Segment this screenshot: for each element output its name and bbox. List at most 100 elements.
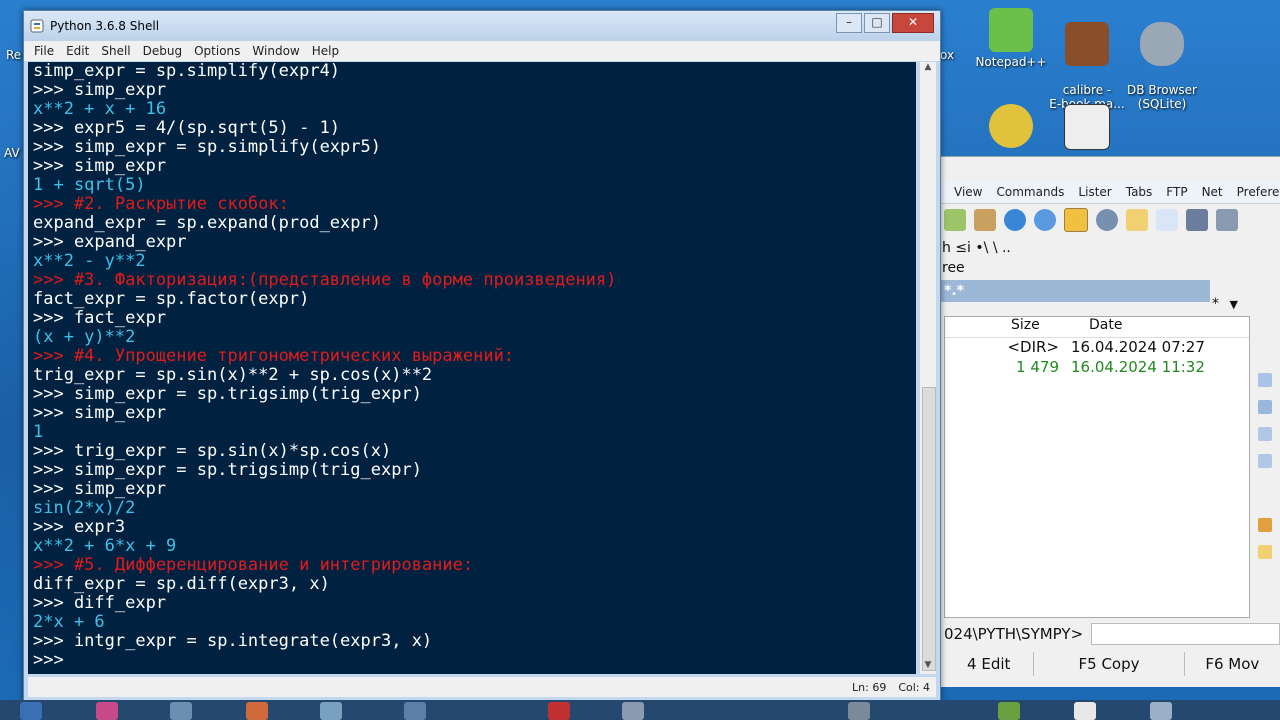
f5-copy-button[interactable]: F5 Copy	[1034, 652, 1185, 676]
minimize-icon[interactable]: –	[836, 13, 862, 33]
menu-file[interactable]: File	[28, 44, 60, 58]
f6-move-button[interactable]: F6 Mov	[1185, 652, 1280, 676]
table-row[interactable]: <DIR> 16.04.2024 07:27	[945, 338, 1249, 358]
menu-debug[interactable]: Debug	[137, 44, 188, 58]
desktop-icon-smiley[interactable]	[968, 104, 1054, 154]
tc-menu-ftp[interactable]: FTP	[1166, 185, 1187, 199]
taskbar-app-icon[interactable]	[20, 702, 42, 720]
copy-icon[interactable]	[1258, 427, 1272, 441]
menu-help[interactable]: Help	[306, 44, 345, 58]
tc-col-size[interactable]: Size	[945, 317, 1075, 337]
tc-menu-view[interactable]: View	[954, 185, 982, 199]
python-shell-window: Python 3.6.8 Shell – □ ✕ File Edit Shell…	[23, 10, 941, 702]
menu-window[interactable]: Window	[246, 44, 305, 58]
shell-text-area[interactable]: simp_expr = sp.simplify(expr4) >>> simp_e…	[28, 62, 916, 674]
shell-comment-line: >>> #4. Упрощение тригонометрических выр…	[33, 346, 515, 366]
tc-cell-size: <DIR>	[1007, 338, 1059, 356]
scrollbar-thumb[interactable]	[922, 387, 936, 671]
window-title: Python 3.6.8 Shell	[50, 19, 160, 33]
status-bar: Ln: 69 Col: 4	[28, 677, 936, 697]
taskbar-app-icon[interactable]	[848, 702, 870, 720]
grid-icon[interactable]	[1216, 209, 1238, 231]
taskbar-app-icon[interactable]	[170, 702, 192, 720]
globe-icon[interactable]	[1034, 209, 1056, 231]
new-folder-icon[interactable]	[1258, 545, 1272, 559]
taskbar-app-icon[interactable]	[548, 702, 570, 720]
edit-icon[interactable]	[1258, 400, 1272, 414]
search-icon[interactable]	[1258, 373, 1272, 387]
taskbar-app-icon[interactable]	[96, 702, 118, 720]
shell-input-line: diff_expr = sp.diff(expr3, x)	[33, 574, 330, 594]
shell-output-line: 1	[33, 422, 44, 442]
status-line: Ln: 69	[852, 680, 887, 694]
table-row[interactable]: 1 479 16.04.2024 11:32	[945, 358, 1249, 378]
shell-comment-line: >>> #5. Дифференцирование и интегрирован…	[33, 555, 474, 575]
image-icon[interactable]	[1186, 209, 1208, 231]
move-icon[interactable]	[1258, 454, 1272, 468]
maximize-icon[interactable]: □	[864, 13, 890, 33]
shell-input-line: >>> expr3	[33, 517, 126, 537]
shell-output-line: x**2 + x + 16	[33, 99, 167, 119]
desktop-icon-label: DB Browser (SQLite)	[1127, 83, 1197, 111]
scroll-down-icon[interactable]: ▼	[920, 660, 936, 674]
tc-menu-preferences[interactable]: Preferences	[1237, 185, 1280, 199]
shell-comment-line: >>> #3. Факторизация:(представление в фо…	[33, 270, 617, 290]
tc-menu-tabs[interactable]: Tabs	[1126, 185, 1153, 199]
taskbar-app-icon[interactable]	[998, 702, 1020, 720]
taskbar-app-icon[interactable]	[1074, 702, 1096, 720]
pack-icon[interactable]	[1258, 518, 1272, 532]
tree-icon[interactable]	[944, 209, 966, 231]
menu-edit[interactable]: Edit	[60, 44, 95, 58]
vertical-scrollbar[interactable]: ▲ ▼	[920, 62, 936, 674]
smiley-icon	[989, 104, 1033, 148]
menu-options[interactable]: Options	[188, 44, 246, 58]
taskbar-app-icon[interactable]	[246, 702, 268, 720]
tc-path-asterisk: * ▼	[1212, 296, 1238, 312]
tc-command-line: 024\PYTH\SYMPY>	[944, 622, 1280, 646]
shell-input-line: >>> simp_expr = sp.simplify(expr5)	[33, 137, 381, 157]
ie-icon[interactable]	[1004, 209, 1026, 231]
menu-shell[interactable]: Shell	[95, 44, 136, 58]
tc-menu-net[interactable]: Net	[1202, 185, 1223, 199]
chevron-down-icon[interactable]: ▼	[1229, 298, 1237, 311]
warning-icon[interactable]	[1064, 208, 1088, 232]
taskbar-app-icon[interactable]	[320, 702, 342, 720]
tc-tree-label: ree	[942, 260, 965, 276]
tc-menu-commands[interactable]: Commands	[996, 185, 1064, 199]
menu-bar: File Edit Shell Debug Options Window Hel…	[24, 41, 940, 61]
shell-output-line: x**2 - y**2	[33, 251, 146, 271]
f4-edit-button[interactable]: 4 Edit	[944, 652, 1035, 676]
clipboard-icon[interactable]	[974, 209, 996, 231]
desktop-icon-ida[interactable]	[1044, 104, 1130, 154]
taskbar-app-icon[interactable]	[1150, 702, 1172, 720]
desktop-icon-notepadpp[interactable]: Notepad++	[968, 8, 1054, 69]
tc-path-filter[interactable]: *.*	[940, 280, 1210, 302]
tc-menu-lister[interactable]: Lister	[1078, 185, 1111, 199]
tc-drive-bar[interactable]: h ≤i •\ \ ..	[940, 236, 1280, 260]
tc-cell-size: 1 479	[1016, 358, 1059, 376]
search-icon[interactable]	[1096, 209, 1118, 231]
close-icon[interactable]: ✕	[892, 13, 934, 33]
shell-output-line: x**2 + 6*x + 9	[33, 536, 177, 556]
tc-cmd-path: 024\PYTH\SYMPY>	[944, 625, 1084, 643]
tc-cell-date: 16.04.2024 11:32	[1071, 358, 1205, 376]
tc-function-keys: 4 Edit F5 Copy F6 Mov	[944, 652, 1280, 676]
taskbar-app-icon[interactable]	[404, 702, 426, 720]
tc-list-header: Size Date	[945, 317, 1249, 338]
title-bar[interactable]: Python 3.6.8 Shell	[24, 11, 940, 41]
tc-asterisk: *	[1212, 296, 1219, 312]
tc-command-input[interactable]	[1091, 623, 1280, 645]
taskbar	[0, 700, 1280, 720]
shell-input-line: >>> simp_expr	[33, 479, 167, 499]
desktop-icon-db-browser[interactable]: DB Browser (SQLite)	[1119, 8, 1205, 125]
folder-icon[interactable]	[1126, 209, 1148, 231]
taskbar-app-icon[interactable]	[622, 702, 644, 720]
tc-col-date[interactable]: Date	[1075, 317, 1122, 337]
shell-input-line: simp_expr = sp.simplify(expr4)	[33, 62, 341, 81]
scroll-up-icon[interactable]: ▲	[920, 62, 936, 76]
shell-input-line: >>> simp_expr	[33, 80, 167, 100]
calibre-books-icon	[1065, 22, 1109, 66]
desktop-fragment-av: AV	[4, 146, 20, 160]
document-icon[interactable]	[1156, 209, 1178, 231]
window-controls: – □ ✕	[834, 13, 934, 33]
